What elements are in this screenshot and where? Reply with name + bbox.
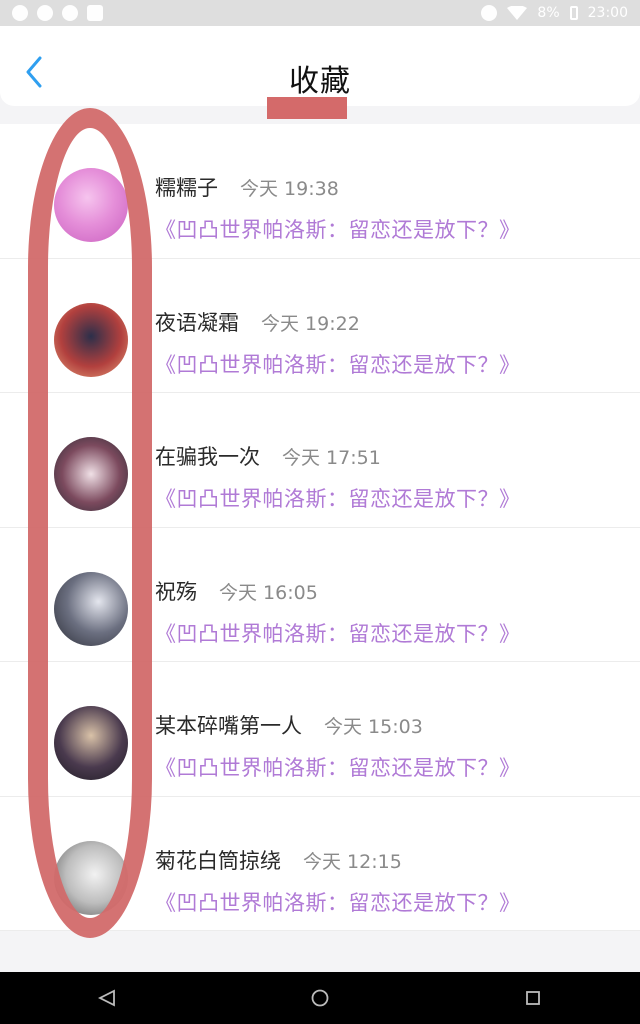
post-title[interactable]: 《凹凸世界帕洛斯：留恋还是放下？》 [155,483,521,513]
timestamp: 今天 15:03 [324,716,423,738]
wifi-icon [507,6,528,20]
post-title[interactable]: 《凹凸世界帕洛斯：留恋还是放下？》 [155,349,521,379]
avatar[interactable] [54,302,128,377]
page-title: 收藏 [289,64,351,99]
navigation-bar [0,972,640,1024]
avatar[interactable] [54,437,128,511]
avatar[interactable] [54,840,128,915]
user-name[interactable]: 在骗我一次 [155,441,260,471]
dnd-icon [481,5,498,21]
post-title[interactable]: 《凹凸世界帕洛斯：留恋还是放下？》 [155,214,521,244]
avatar[interactable] [54,168,128,242]
timestamp: 今天 12:15 [303,850,402,873]
list-item[interactable]: 祝殇 今天 16:05 《凹凸世界帕洛斯：留恋还是放下？》 [0,527,640,662]
avatar[interactable] [54,571,128,646]
list-item[interactable]: 菊花白筒掠绕 今天 12:15 《凹凸世界帕洛斯：留恋还是放下？》 [0,796,640,931]
avatar[interactable] [54,706,128,780]
redaction-mark [267,97,347,119]
nav-back-button[interactable] [87,978,127,1018]
timestamp: 今天 19:22 [261,312,360,335]
status-bar: 8% 23:00 [0,0,640,26]
post-title[interactable]: 《凹凸世界帕洛斯：留恋还是放下？》 [155,887,521,917]
sync-icon [62,5,78,21]
sync-icon [37,5,53,21]
battery-percent: 8% [537,5,560,21]
nav-home-button[interactable] [300,978,340,1018]
list-item[interactable]: 在骗我一次 今天 17:51 《凹凸世界帕洛斯：留恋还是放下？》 [0,393,640,528]
nav-recents-button[interactable] [513,978,553,1018]
timestamp: 今天 17:51 [282,447,381,469]
user-name[interactable]: 某本碎嘴第一人 [155,710,302,740]
user-name[interactable]: 夜语凝霜 [155,307,239,337]
favorites-list: 糯糯子 今天 19:38 《凹凸世界帕洛斯：留恋还是放下？》 夜语凝霜 今天 1… [0,124,640,931]
image-icon [87,5,103,21]
timestamp: 今天 16:05 [219,581,318,604]
notification-icon [12,5,28,21]
status-time: 23:00 [587,5,628,21]
home-circle-icon [311,989,329,1007]
user-name[interactable]: 糯糯子 [155,172,218,202]
recents-square-icon [526,991,541,1005]
battery-icon [569,6,578,20]
post-title[interactable]: 《凹凸世界帕洛斯：留恋还是放下？》 [155,752,521,782]
list-item[interactable]: 糯糯子 今天 19:38 《凹凸世界帕洛斯：留恋还是放下？》 [0,124,640,259]
user-name[interactable]: 菊花白筒掠绕 [155,845,281,875]
list-item[interactable]: 某本碎嘴第一人 今天 15:03 《凹凸世界帕洛斯：留恋还是放下？》 [0,662,640,797]
back-triangle-icon [97,989,115,1007]
header: 收藏 [0,26,640,106]
post-title[interactable]: 《凹凸世界帕洛斯：留恋还是放下？》 [155,618,521,648]
user-name[interactable]: 祝殇 [155,576,197,606]
timestamp: 今天 19:38 [240,178,339,200]
list-item[interactable]: 夜语凝霜 今天 19:22 《凹凸世界帕洛斯：留恋还是放下？》 [0,258,640,393]
